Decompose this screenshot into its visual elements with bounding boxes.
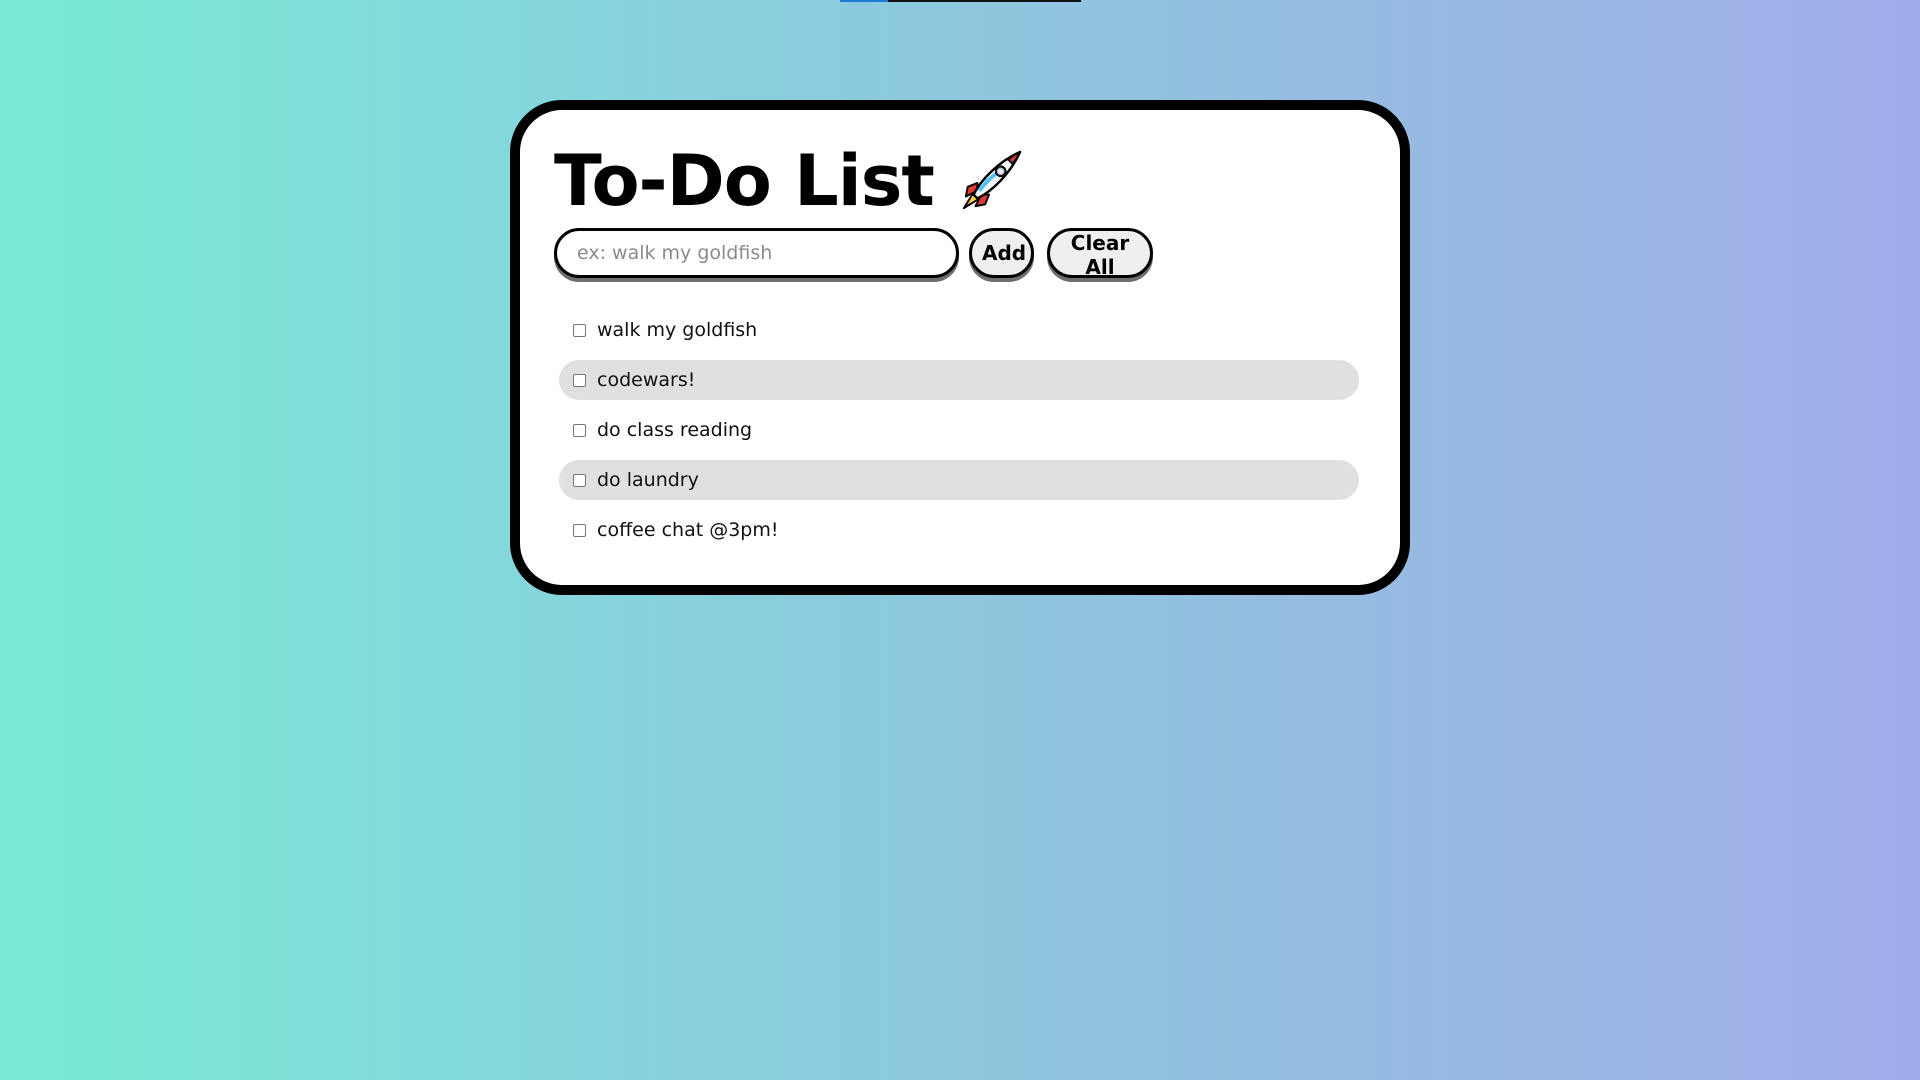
todo-item: coffee chat @3pm! (559, 510, 1359, 550)
todo-item: codewars! (559, 360, 1359, 400)
title-row: To-Do List (554, 138, 1022, 224)
top-link-accent (840, 0, 888, 2)
todo-text: do class reading (597, 419, 753, 441)
todo-checkbox[interactable] (573, 423, 586, 437)
todo-checkbox[interactable] (573, 373, 586, 387)
todo-item: walk my goldfish (559, 310, 1359, 350)
todo-text: coffee chat @3pm! (597, 519, 779, 541)
todo-list: walk my goldfish codewars! do class read… (559, 310, 1359, 560)
todo-card: To-Do List ex: walk my goldfish Add Clea… (510, 100, 1410, 595)
todo-text: do laundry (597, 469, 699, 491)
todo-checkbox[interactable] (573, 473, 586, 487)
add-button[interactable]: Add (969, 228, 1034, 278)
todo-item: do class reading (559, 410, 1359, 450)
page-title: To-Do List (554, 140, 935, 222)
todo-text: codewars! (597, 369, 696, 391)
todo-item: do laundry (559, 460, 1359, 500)
todo-text: walk my goldfish (597, 319, 758, 341)
input-row: Add Clear All (554, 228, 1153, 279)
top-link-underline (840, 0, 1081, 2)
task-input[interactable] (554, 228, 959, 278)
rocket-icon (960, 150, 1022, 212)
todo-checkbox[interactable] (573, 523, 586, 537)
clear-all-button[interactable]: Clear All (1047, 228, 1153, 279)
todo-checkbox[interactable] (573, 323, 586, 337)
